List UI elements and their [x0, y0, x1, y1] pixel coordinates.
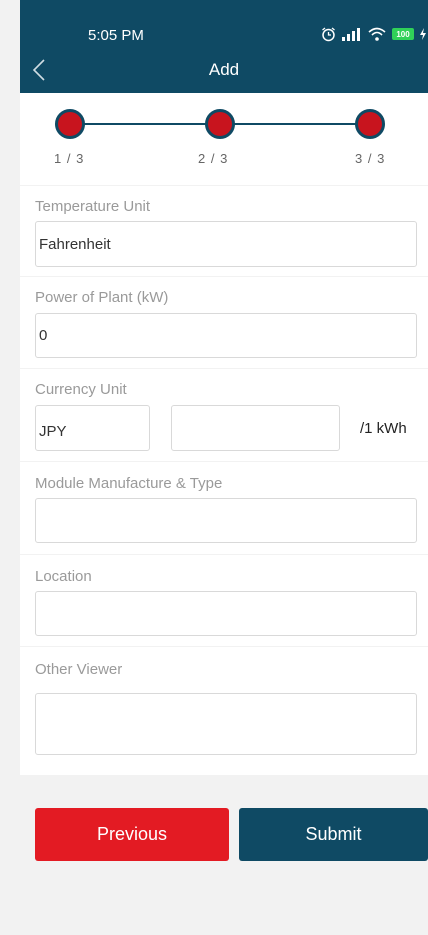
wifi-icon — [368, 27, 386, 41]
submit-button[interactable]: Submit — [239, 808, 428, 861]
power-section: Power of Plant (kW) 0 — [20, 277, 428, 368]
module-input[interactable] — [35, 498, 417, 543]
viewer-label: Other Viewer — [35, 661, 123, 678]
viewer-input[interactable] — [35, 693, 417, 755]
alarm-icon — [322, 26, 335, 41]
step-indicator: 1 / 3 2 / 3 3 / 3 — [20, 93, 428, 185]
temperature-unit-select[interactable]: Fahrenheit — [35, 221, 417, 267]
step-2-dot — [205, 109, 235, 139]
power-label: Power of Plant (kW) — [35, 289, 169, 306]
signal-icon — [342, 28, 360, 41]
currency-unit-select[interactable]: JPY — [35, 405, 150, 451]
form-content: 1 / 3 2 / 3 3 / 3 Temperature Unit Fahre… — [20, 93, 428, 935]
previous-button[interactable]: Previous — [35, 808, 229, 861]
module-section: Module Manufacture & Type — [20, 462, 428, 554]
price-input[interactable] — [171, 405, 340, 451]
price-suffix: /1 kWh — [360, 420, 407, 437]
power-input[interactable]: 0 — [35, 313, 417, 358]
status-time: 5:05 PM — [88, 27, 144, 44]
location-input[interactable] — [35, 591, 417, 636]
battery-icon: 100 — [392, 28, 414, 40]
page-title: Add — [208, 60, 240, 79]
temperature-section: Temperature Unit Fahrenheit — [20, 186, 428, 276]
module-label: Module Manufacture & Type — [35, 475, 223, 492]
status-icons: 100 — [321, 24, 426, 44]
step-1-dot — [55, 109, 85, 139]
step-2-label: 2 / 3 — [198, 151, 229, 166]
app-header: 5:05 PM 100 Add — [20, 0, 428, 93]
step-3-dot — [355, 109, 385, 139]
temperature-label: Temperature Unit — [35, 198, 151, 215]
currency-label: Currency Unit — [35, 381, 127, 398]
step-3-label: 3 / 3 — [355, 151, 386, 166]
location-section: Location — [20, 555, 428, 646]
viewer-section: Other Viewer — [20, 647, 428, 775]
location-label: Location — [35, 568, 92, 585]
step-1-label: 1 / 3 — [54, 151, 85, 166]
currency-section: Currency Unit JPY /1 kWh — [20, 369, 428, 461]
charging-icon — [420, 28, 426, 40]
